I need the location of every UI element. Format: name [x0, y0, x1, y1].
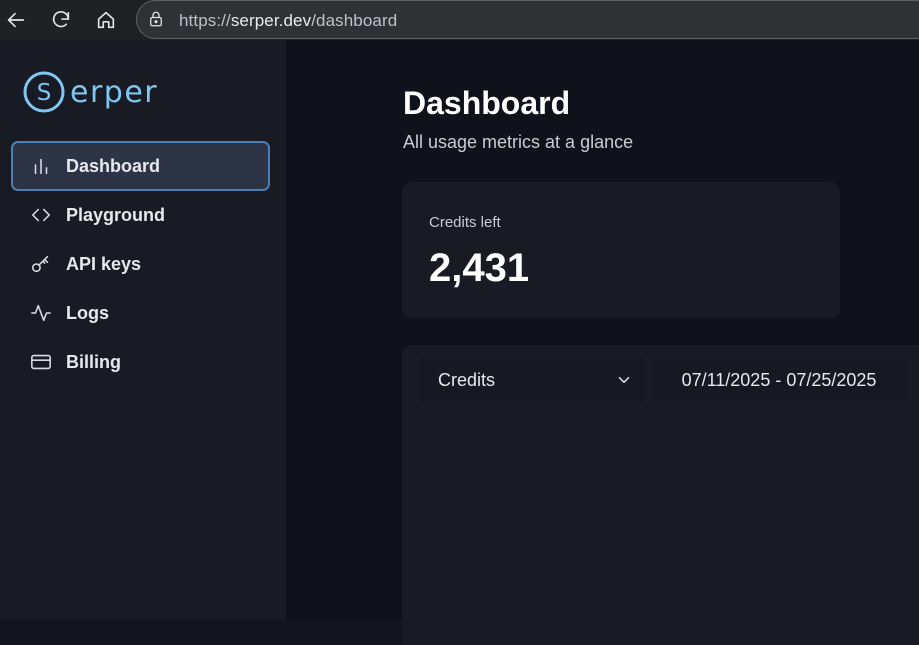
serper-logo-icon: S [23, 71, 65, 113]
sidebar-item-logs[interactable]: Logs [11, 288, 270, 338]
sidebar-item-playground[interactable]: Playground [11, 190, 270, 240]
code-icon [29, 203, 53, 227]
sidebar-item-label: API keys [66, 253, 142, 274]
usage-chart-panel: Credits 07/11/2025 - 07/25/2025 [402, 345, 919, 645]
activity-icon [29, 301, 53, 325]
lock-icon [147, 10, 167, 30]
sidebar-item-label: Billing [66, 351, 121, 372]
metric-select-value: Credits [438, 369, 496, 390]
sidebar-item-label: Logs [66, 302, 109, 323]
bar-chart-icon [29, 154, 53, 178]
main-content: Dashboard All usage metrics at a glance … [286, 40, 919, 645]
credits-label: Credits left [429, 214, 501, 231]
sidebar: S erper Dashboard Playground API keys Lo… [0, 40, 286, 619]
logo-letter: S [37, 80, 52, 106]
back-button[interactable] [2, 6, 30, 34]
metric-select[interactable]: Credits [419, 357, 645, 403]
key-icon [29, 252, 53, 276]
reload-icon [52, 11, 70, 28]
reload-button[interactable] [47, 6, 75, 34]
credit-card-icon [29, 350, 53, 374]
url-text[interactable]: https://serper.dev/dashboard [179, 11, 397, 31]
sidebar-item-label: Playground [66, 204, 166, 225]
sidebar-nav: Dashboard Playground API keys Logs Billi… [11, 141, 270, 386]
credits-value: 2,431 [429, 246, 530, 290]
home-icon [97, 11, 115, 29]
url-host: serper.dev [230, 11, 312, 30]
sidebar-item-billing[interactable]: Billing [11, 337, 270, 387]
back-arrow-icon [7, 12, 25, 28]
home-button[interactable] [92, 6, 120, 34]
sidebar-item-dashboard[interactable]: Dashboard [11, 141, 270, 191]
url-path: /dashboard [311, 11, 398, 30]
chevron-down-icon [615, 371, 633, 389]
date-range-value: 07/11/2025 - 07/25/2025 [681, 369, 877, 390]
url-scheme: https:// [179, 11, 231, 30]
browser-toolbar: https://serper.dev/dashboard [0, 0, 919, 40]
date-range-picker[interactable]: 07/11/2025 - 07/25/2025 [653, 357, 905, 403]
credits-card: Credits left 2,431 [402, 182, 840, 318]
sidebar-item-api-keys[interactable]: API keys [11, 239, 270, 289]
address-bar[interactable]: https://serper.dev/dashboard [136, 0, 919, 39]
page-subtitle: All usage metrics at a glance [403, 132, 634, 152]
serper-logo[interactable]: S erper [22, 70, 158, 114]
sidebar-item-label: Dashboard [66, 155, 161, 176]
logo-text: erper [70, 74, 159, 110]
page-title: Dashboard [403, 85, 571, 121]
